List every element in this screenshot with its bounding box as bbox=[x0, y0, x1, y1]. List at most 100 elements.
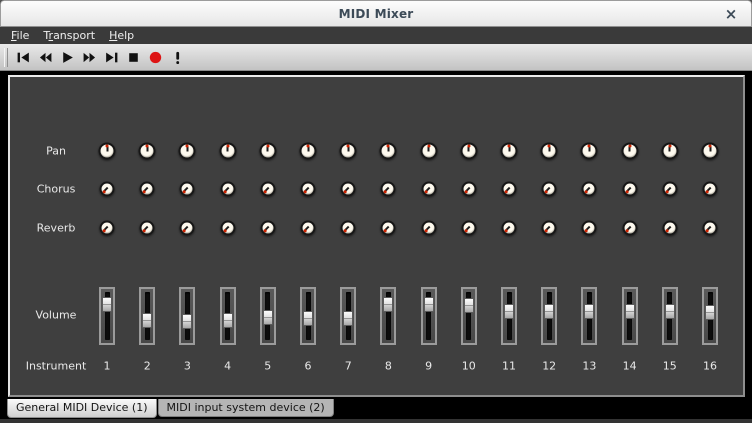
pan-knob-ch3[interactable] bbox=[179, 143, 196, 160]
slider-handle[interactable] bbox=[544, 304, 554, 319]
volume-slider-ch4[interactable] bbox=[220, 287, 236, 345]
reverb-knob-ch11[interactable] bbox=[502, 221, 517, 236]
reverb-knob-ch13[interactable] bbox=[582, 221, 597, 236]
volume-slider-ch2[interactable] bbox=[139, 287, 155, 345]
pan-knob-ch6[interactable] bbox=[300, 143, 317, 160]
skip-to-start-button[interactable] bbox=[12, 46, 34, 69]
chorus-knob-ch3[interactable] bbox=[180, 182, 195, 197]
volume-slider-ch16[interactable] bbox=[702, 287, 718, 345]
instrument-number: 5 bbox=[248, 360, 288, 373]
slider-handle[interactable] bbox=[142, 313, 152, 328]
chorus-knob-ch14[interactable] bbox=[622, 182, 637, 197]
reverb-knob-ch14[interactable] bbox=[622, 221, 637, 236]
menu-transport[interactable]: Transport bbox=[36, 28, 102, 43]
reverb-knob-ch3[interactable] bbox=[180, 221, 195, 236]
slider-handle[interactable] bbox=[464, 298, 474, 313]
slider-handle[interactable] bbox=[383, 297, 393, 312]
volume-slider-ch6[interactable] bbox=[300, 287, 316, 345]
pan-knob-ch16[interactable] bbox=[702, 143, 719, 160]
chorus-knob-ch5[interactable] bbox=[260, 182, 275, 197]
volume-slider-ch1[interactable] bbox=[99, 287, 115, 345]
toolbar-handle[interactable] bbox=[4, 48, 8, 67]
chorus-knob-ch11[interactable] bbox=[502, 182, 517, 197]
reverb-knob-ch10[interactable] bbox=[461, 221, 476, 236]
pan-knob-ch13[interactable] bbox=[581, 143, 598, 160]
pan-knob-ch4[interactable] bbox=[219, 143, 236, 160]
fast-forward-button[interactable] bbox=[78, 46, 100, 69]
pan-knob-ch7[interactable] bbox=[340, 143, 357, 160]
reverb-knob-ch6[interactable] bbox=[301, 221, 316, 236]
reverb-knob-ch9[interactable] bbox=[421, 221, 436, 236]
slider-handle[interactable] bbox=[343, 311, 353, 326]
tab-general-midi-device-1[interactable]: General MIDI Device (1) bbox=[7, 399, 157, 418]
slider-handle[interactable] bbox=[303, 311, 313, 326]
slider-handle[interactable] bbox=[102, 297, 112, 312]
volume-slider-ch13[interactable] bbox=[581, 287, 597, 345]
pan-knob-ch10[interactable] bbox=[460, 143, 477, 160]
reverb-knob-ch5[interactable] bbox=[260, 221, 275, 236]
pan-knob-ch1[interactable] bbox=[99, 143, 116, 160]
pan-knob-ch11[interactable] bbox=[501, 143, 518, 160]
chorus-knob-ch6[interactable] bbox=[301, 182, 316, 197]
chorus-knob-ch10[interactable] bbox=[461, 182, 476, 197]
chorus-knob-ch7[interactable] bbox=[341, 182, 356, 197]
play-button[interactable] bbox=[56, 46, 78, 69]
chorus-knob-ch13[interactable] bbox=[582, 182, 597, 197]
reverb-knob-ch8[interactable] bbox=[381, 221, 396, 236]
stop-button[interactable] bbox=[122, 46, 144, 69]
slider-handle[interactable] bbox=[504, 304, 514, 319]
volume-slider-ch15[interactable] bbox=[662, 287, 678, 345]
slider-handle[interactable] bbox=[705, 305, 715, 320]
chorus-knob-ch2[interactable] bbox=[140, 182, 155, 197]
slider-handle[interactable] bbox=[665, 304, 675, 319]
rewind-button[interactable] bbox=[34, 46, 56, 69]
pan-knob-ch8[interactable] bbox=[380, 143, 397, 160]
reverb-knob-ch4[interactable] bbox=[220, 221, 235, 236]
pan-knob-ch15[interactable] bbox=[661, 143, 678, 160]
chorus-knob-ch4[interactable] bbox=[220, 182, 235, 197]
reverb-knob-ch7[interactable] bbox=[341, 221, 356, 236]
volume-slider-ch7[interactable] bbox=[340, 287, 356, 345]
close-icon[interactable]: × bbox=[721, 5, 741, 23]
slider-handle[interactable] bbox=[584, 304, 594, 319]
menu-bar: FileTransportHelp bbox=[0, 27, 752, 44]
volume-slider-ch9[interactable] bbox=[421, 287, 437, 345]
volume-slider-ch11[interactable] bbox=[501, 287, 517, 345]
slider-handle[interactable] bbox=[625, 304, 635, 319]
chorus-knob-ch8[interactable] bbox=[381, 182, 396, 197]
title-bar[interactable]: MIDI Mixer × bbox=[0, 0, 752, 27]
chorus-knob-ch16[interactable] bbox=[703, 182, 718, 197]
volume-slider-ch3[interactable] bbox=[179, 287, 195, 345]
pan-knob-ch2[interactable] bbox=[139, 143, 156, 160]
pan-knob-ch12[interactable] bbox=[541, 143, 558, 160]
chorus-knob-ch9[interactable] bbox=[421, 182, 436, 197]
slider-handle[interactable] bbox=[182, 314, 192, 329]
pan-knob-ch14[interactable] bbox=[621, 143, 638, 160]
volume-slider-ch5[interactable] bbox=[260, 287, 276, 345]
record-button[interactable] bbox=[144, 46, 166, 69]
reverb-knob-ch2[interactable] bbox=[140, 221, 155, 236]
chorus-knob-ch12[interactable] bbox=[542, 182, 557, 197]
reverb-knob-ch15[interactable] bbox=[662, 221, 677, 236]
reverb-knob-ch12[interactable] bbox=[542, 221, 557, 236]
reverb-knob-ch1[interactable] bbox=[100, 221, 115, 236]
volume-slider-ch12[interactable] bbox=[541, 287, 557, 345]
panic-button[interactable] bbox=[166, 46, 188, 69]
volume-slider-ch8[interactable] bbox=[380, 287, 396, 345]
volume-slider-ch14[interactable] bbox=[622, 287, 638, 345]
chorus-knob-ch1[interactable] bbox=[100, 182, 115, 197]
pan-knob-ch9[interactable] bbox=[420, 143, 437, 160]
tab-midi-input-system-device-2[interactable]: MIDI input system device (2) bbox=[158, 399, 334, 417]
volume-slider-ch10[interactable] bbox=[461, 287, 477, 345]
reverb-knob-ch16[interactable] bbox=[703, 221, 718, 236]
slider-handle[interactable] bbox=[223, 313, 233, 328]
instrument-number: 10 bbox=[449, 360, 489, 373]
skip-to-end-button[interactable] bbox=[100, 46, 122, 69]
slider-handle[interactable] bbox=[424, 297, 434, 312]
menu-help[interactable]: Help bbox=[102, 28, 141, 43]
slider-handle[interactable] bbox=[263, 310, 273, 325]
pan-knob-ch5[interactable] bbox=[259, 143, 276, 160]
chorus-knob-ch15[interactable] bbox=[662, 182, 677, 197]
knob-needle bbox=[382, 145, 395, 158]
menu-file[interactable]: File bbox=[4, 28, 36, 43]
